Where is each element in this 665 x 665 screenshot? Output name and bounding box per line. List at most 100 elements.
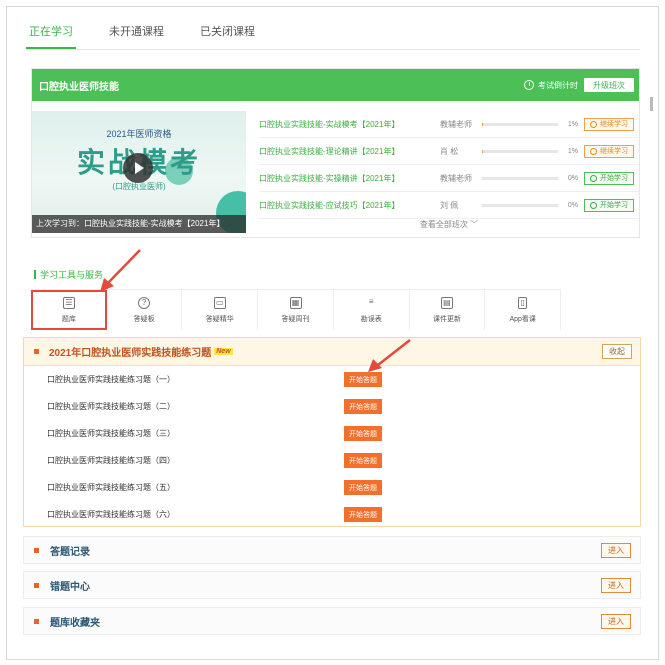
tool-qa-weekly[interactable]: ▦ 答疑周刊 xyxy=(258,290,334,330)
lesson-title-link[interactable]: 口腔执业实践技能-理论精讲【2021年】 xyxy=(259,146,440,157)
question-icon: ? xyxy=(138,296,151,309)
tool-label: 答疑精华 xyxy=(205,315,234,323)
tool-label: 答疑周刊 xyxy=(281,315,310,323)
exercise-row: 口腔执业医师实践技能练习题（三） 开始答题 xyxy=(24,420,640,447)
question-bank-title: 2021年口腔执业医师实践技能练习题 xyxy=(49,348,212,359)
question-bank-panel: 2021年口腔执业医师实践技能练习题 New 收起 口腔执业医师实践技能练习题（… xyxy=(23,337,641,527)
exercise-row: 口腔执业医师实践技能练习题（四） 开始答题 xyxy=(24,447,640,474)
section-title: 错题中心 xyxy=(50,581,90,593)
play-circle-icon xyxy=(590,201,597,209)
course-banner[interactable]: 2021年医师资格 实战模考 (口腔执业医师) 上次学习到：口腔执业实践技能-实… xyxy=(32,111,246,233)
course-title: 口腔执业医师技能 xyxy=(39,81,119,93)
start-answer-button[interactable]: 开始答题 xyxy=(344,399,382,414)
tool-question-bank[interactable]: ☰ 题库 xyxy=(31,290,107,330)
last-study-caption: 上次学习到：口腔执业实践技能-实战模考【2021年】 xyxy=(32,215,246,233)
lesson-row: 口腔执业实践技能-实操精讲【2021年】 教辅老师 0% 开始学习 xyxy=(259,165,639,192)
phone-icon: ▯ xyxy=(518,296,528,309)
tool-label: App看课 xyxy=(509,315,536,323)
exercise-row: 口腔执业医师实践技能练习题（一） 开始答题 xyxy=(24,366,640,393)
play-circle-icon xyxy=(590,120,597,128)
tool-qa-highlights[interactable]: ▭ 答疑精华 xyxy=(182,290,259,330)
play-icon[interactable] xyxy=(123,153,153,183)
monitor-icon: ▭ xyxy=(213,296,226,309)
lesson-progress-bar xyxy=(482,203,558,207)
start-answer-button[interactable]: 开始答题 xyxy=(344,426,382,441)
lesson-progress-text: 0% xyxy=(567,201,578,209)
play-circle-icon xyxy=(590,174,597,182)
lesson-row: 口腔执业实践技能-实战模考【2021年】 教辅老师 1% 继续学习 xyxy=(259,111,639,138)
lesson-progress-bar xyxy=(482,149,558,153)
tab-closed[interactable]: 已关闭课程 xyxy=(197,18,258,49)
upgrade-class-button[interactable]: 升级班次 xyxy=(584,78,634,92)
lesson-row: 口腔执业实践技能-应试技巧【2021年】 刘 佩 0% 开始学习 xyxy=(259,192,639,219)
lesson-teacher: 肖 松 xyxy=(440,146,459,156)
section-answer-records[interactable]: 答题记录 进入 xyxy=(23,536,641,564)
question-bank-header[interactable]: 2021年口腔执业医师实践技能练习题 New 收起 xyxy=(24,338,640,366)
new-badge: New xyxy=(214,348,233,355)
tool-qa-board[interactable]: ? 答疑板 xyxy=(107,290,183,330)
play-circle-icon xyxy=(590,147,597,155)
collapse-button[interactable]: 收起 xyxy=(602,344,632,359)
list-icon: ☰ xyxy=(62,296,75,309)
view-all-classes-link[interactable]: 查看全部班次 ﹀ xyxy=(259,219,639,230)
tools-section-label: 学习工具与服务 xyxy=(34,268,103,281)
lesson-teacher: 教辅老师 xyxy=(440,173,472,183)
bullet-square-icon xyxy=(34,618,39,624)
bullet-square-icon xyxy=(34,349,39,354)
lesson-progress-text: 0% xyxy=(567,174,578,182)
exercise-title: 口腔执业医师实践技能练习题（五） xyxy=(47,483,175,492)
exercise-row: 口腔执业医师实践技能练习题（二） 开始答题 xyxy=(24,393,640,420)
continue-learning-button[interactable]: 继续学习 xyxy=(584,117,634,131)
course-tabs: 正在学习 未开通课程 已关闭课程 xyxy=(26,18,640,50)
start-answer-button[interactable]: 开始答题 xyxy=(344,507,382,522)
enter-button[interactable]: 进入 xyxy=(601,578,631,593)
lesson-progress-bar xyxy=(482,176,558,180)
exercise-row: 口腔执业医师实践技能练习题（五） 开始答题 xyxy=(24,474,640,501)
tools-row: ☰ 题库 ? 答疑板 ▭ 答疑精华 ▦ 答疑周刊 ≡ 勘误表 ▤ 课件更新 ▯ … xyxy=(31,289,562,330)
start-learning-button[interactable]: 开始学习 xyxy=(584,198,634,212)
enter-button[interactable]: 进入 xyxy=(601,543,631,558)
exercise-row: 口腔执业医师实践技能练习题（六） 开始答题 xyxy=(24,501,640,528)
lesson-title-link[interactable]: 口腔执业实践技能-实操精讲【2021年】 xyxy=(259,173,440,184)
tool-label: 勘误表 xyxy=(360,315,382,323)
tab-learning[interactable]: 正在学习 xyxy=(26,18,76,49)
exam-countdown-link[interactable]: 考试倒计时 xyxy=(538,80,578,91)
exercise-title: 口腔执业医师实践技能练习题（一） xyxy=(47,375,175,384)
start-learning-button[interactable]: 开始学习 xyxy=(584,171,634,185)
tool-label: 题库 xyxy=(61,315,76,323)
section-title: 题库收藏夹 xyxy=(50,617,100,629)
section-wrong-questions[interactable]: 错题中心 进入 xyxy=(23,571,641,599)
lesson-teacher: 刘 佩 xyxy=(440,200,459,210)
exercise-title: 口腔执业医师实践技能练习题（三） xyxy=(47,429,175,438)
lesson-title-link[interactable]: 口腔执业实践技能-实战模考【2021年】 xyxy=(259,119,440,130)
banner-year-text: 2021年医师资格 xyxy=(106,129,172,139)
lesson-row: 口腔执业实践技能-理论精讲【2021年】 肖 松 1% 继续学习 xyxy=(259,138,639,165)
enter-button[interactable]: 进入 xyxy=(601,614,631,629)
menu-icon: ≡ xyxy=(368,296,374,306)
tool-app-watch[interactable]: ▯ App看课 xyxy=(485,290,562,330)
scrollbar-thumb[interactable] xyxy=(650,97,653,111)
course-card: 口腔执业医师技能 考试倒计时 升级班次 2021年医师资格 实战模考 (口腔执业… xyxy=(31,68,640,238)
tool-label: 课件更新 xyxy=(432,315,461,323)
bullet-square-icon xyxy=(34,582,39,588)
bullet-square-icon xyxy=(34,547,39,553)
exercise-title: 口腔执业医师实践技能练习题（四） xyxy=(47,456,175,465)
lesson-title-link[interactable]: 口腔执业实践技能-应试技巧【2021年】 xyxy=(259,200,440,211)
exercise-title: 口腔执业医师实践技能练习题（六） xyxy=(47,510,175,519)
section-favorites[interactable]: 题库收藏夹 进入 xyxy=(23,607,641,635)
continue-learning-button[interactable]: 继续学习 xyxy=(584,144,634,158)
lesson-teacher: 教辅老师 xyxy=(440,119,472,129)
tool-courseware-update[interactable]: ▤ 课件更新 xyxy=(410,290,486,330)
start-answer-button[interactable]: 开始答题 xyxy=(344,480,382,495)
calendar-icon: ▦ xyxy=(289,296,302,309)
alarm-clock-icon xyxy=(524,80,534,90)
tool-label: 答疑板 xyxy=(133,315,155,323)
lesson-progress-text: 1% xyxy=(567,147,578,155)
section-title: 答题记录 xyxy=(50,546,90,558)
start-answer-button[interactable]: 开始答题 xyxy=(344,372,382,387)
course-header: 口腔执业医师技能 考试倒计时 升级班次 xyxy=(32,69,639,101)
lesson-list: 口腔执业实践技能-实战模考【2021年】 教辅老师 1% 继续学习 口腔执业实践… xyxy=(259,111,639,219)
tool-errata[interactable]: ≡ 勘误表 xyxy=(334,290,410,330)
tab-not-activated[interactable]: 未开通课程 xyxy=(106,18,167,49)
start-answer-button[interactable]: 开始答题 xyxy=(344,453,382,468)
